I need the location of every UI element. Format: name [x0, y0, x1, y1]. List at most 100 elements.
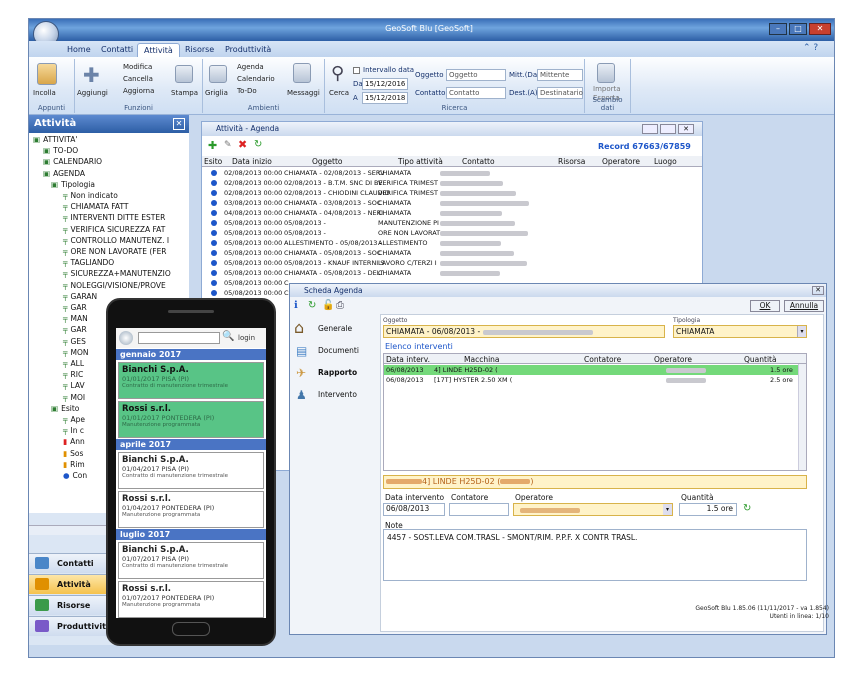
tree-item[interactable]: ● Con [63, 471, 87, 480]
chevron-down-icon[interactable]: ▾ [663, 504, 672, 515]
table-row[interactable]: 06/08/2013 4] LINDE H25D-02 (1.5 ore [384, 365, 798, 375]
table-row[interactable]: 05/08/2013 00:00 05/08/2013 - KNAUF INTER… [202, 258, 702, 268]
tree-item[interactable]: ▣ AGENDA [43, 169, 85, 178]
tree-item[interactable]: ╤ NOLEGGI/VISIONE/PROVE [63, 281, 166, 290]
tree-item[interactable]: ╤ GAR [63, 325, 87, 334]
edit-icon[interactable]: ✎ [224, 140, 232, 150]
tree-item[interactable]: ╤ GAR [63, 303, 87, 312]
tree-item[interactable]: ╤ RIC [63, 370, 83, 379]
tree-item[interactable]: ▮ Sos [63, 449, 83, 458]
tree-item[interactable]: ╤ LAV [63, 381, 85, 390]
incolla-button[interactable]: Incolla [33, 89, 56, 97]
tree-item[interactable]: ╤ Ape [63, 415, 85, 424]
col-header[interactable]: Macchina [464, 355, 500, 364]
printer-icon[interactable]: ⎙ [336, 300, 344, 311]
refresh-icon[interactable]: ↻ [254, 139, 262, 150]
tree-item[interactable]: ╤ ORE NON LAVORATE (FER [63, 247, 167, 256]
todo-button[interactable]: To-Do [237, 87, 257, 95]
col-header[interactable]: Tipo attività [398, 157, 443, 166]
tree-item[interactable]: ╤ GARAN [63, 292, 97, 301]
tree-item[interactable]: ▮ Rim [63, 460, 85, 469]
refresh-icon[interactable]: ↻ [308, 300, 316, 311]
table-row[interactable]: 05/08/2013 00:00 CHIAMATA - 05/08/2013 - … [202, 268, 702, 278]
tab-risorse[interactable]: Risorse [179, 43, 220, 57]
col-header[interactable]: Oggetto [312, 157, 343, 166]
menu-documenti[interactable]: Documenti [318, 346, 359, 355]
table-row[interactable]: 04/08/2013 00:00 CHIAMATA - 04/08/2013 - … [202, 208, 702, 218]
tree-item[interactable]: ▮ Ann [63, 437, 85, 446]
annulla-button[interactable]: Annulla [784, 300, 824, 312]
table-row[interactable]: 05/08/2013 00:00 ALLESTIMENTO - 05/08/201… [202, 238, 702, 248]
tab-attivita[interactable]: Attività [137, 43, 180, 57]
a-date-field[interactable]: 15/12/2018 [362, 92, 408, 104]
table-row[interactable]: 02/08/2013 00:00 02/08/2013 - B.T.M. SNC … [202, 178, 702, 188]
aggiorna-button[interactable]: Aggiorna [123, 87, 154, 95]
menu-intervento[interactable]: Intervento [318, 390, 357, 399]
contatore-field[interactable] [449, 503, 509, 516]
help-icon[interactable]: ⌃ ? [803, 43, 818, 53]
calendario-button[interactable]: Calendario [237, 75, 275, 83]
col-header[interactable]: Data interv. [386, 355, 430, 364]
tree-item[interactable]: ╤ In c [63, 426, 84, 435]
event-card[interactable]: Rossi s.r.l. 01/07/2017 PONTEDERA (PI) Man… [118, 581, 264, 618]
lock-icon[interactable]: 🔓 [322, 300, 334, 311]
chevron-down-icon[interactable]: ▾ [797, 326, 806, 337]
tree-item[interactable]: ▣ Esito [51, 404, 79, 413]
event-card[interactable]: Bianchi S.p.A. 01/01/2017 PISA (PI) Contra… [118, 362, 264, 399]
col-header[interactable]: Risorsa [558, 157, 585, 166]
minimize-button[interactable]: – [769, 23, 787, 35]
tree-item[interactable]: ╤ ALL [63, 359, 84, 368]
search-input[interactable] [138, 332, 220, 344]
table-row[interactable]: 03/08/2013 00:00 CHIAMATA - 03/08/2013 - … [202, 198, 702, 208]
event-card[interactable]: Bianchi S.p.A. 01/07/2017 PISA (PI) Contra… [118, 542, 264, 579]
operatore-select[interactable] [513, 503, 673, 516]
close-panel-icon[interactable]: ✕ [173, 118, 185, 130]
tree-item[interactable]: ╤ MOI [63, 393, 85, 402]
stampa-button[interactable]: Stampa [171, 89, 198, 97]
messaggi-button[interactable]: Messaggi [287, 89, 320, 97]
tree-item[interactable]: ▣ ATTIVITA' [33, 135, 77, 144]
col-header[interactable]: Esito [204, 157, 222, 166]
da-date-field[interactable]: 15/12/2016 [362, 78, 408, 90]
col-header[interactable]: Luogo [654, 157, 677, 166]
tab-produttivita[interactable]: Produttività [219, 43, 277, 57]
col-header[interactable]: Quantità [744, 355, 777, 364]
ok-button[interactable]: OK [750, 300, 780, 312]
tree-item[interactable]: ╤ MAN [63, 314, 88, 323]
minimize-button[interactable] [642, 124, 658, 134]
tree-item[interactable]: ╤ INTERVENTI DITTE ESTER [63, 213, 165, 222]
modifica-button[interactable]: Modifica [123, 63, 152, 71]
phone-home-button[interactable] [172, 622, 210, 636]
tree-item[interactable]: ╤ CHIAMATA FATT [63, 202, 128, 211]
table-row[interactable]: 05/08/2013 00:00 05/08/2013 - ORE NON LAVO… [202, 228, 702, 238]
tree-item[interactable]: ╤ CONTROLLO MANUTENZ. I [63, 236, 169, 245]
tree-item[interactable]: ╤ MON [63, 348, 89, 357]
maximize-button[interactable] [660, 124, 676, 134]
importa-button[interactable]: Importa [593, 85, 621, 93]
tree-item[interactable]: ╤ Non indicato [63, 191, 118, 200]
tree-item[interactable]: ▣ CALENDARIO [43, 157, 102, 166]
contatto-search-field[interactable]: Contatto [446, 87, 506, 99]
mittente-field[interactable]: Mittente [537, 69, 583, 81]
tree-item[interactable]: ╤ SICUREZZA+MANUTENZIO [63, 269, 171, 278]
login-button[interactable]: login [238, 334, 255, 342]
delete-icon[interactable]: ✖ [238, 138, 247, 151]
refresh-icon[interactable]: ↻ [743, 503, 751, 514]
tree-item[interactable]: ▣ Tipologia [51, 180, 95, 189]
table-row[interactable]: 05/08/2013 00:00 05/08/2013 - MANUTENZIONE… [202, 218, 702, 228]
table-row[interactable]: 02/08/2013 00:00 02/08/2013 - CHIODINI CL… [202, 188, 702, 198]
cerca-button[interactable]: Cerca [329, 89, 349, 97]
tree-item[interactable]: ╤ VERIFICA SICUREZZA FAT [63, 225, 165, 234]
tipologia-select[interactable]: CHIAMATA [673, 325, 807, 338]
info-icon[interactable]: ℹ [294, 300, 298, 311]
data-intervento-field[interactable]: 06/08/2013 [383, 503, 445, 516]
col-header[interactable]: Contatore [584, 355, 621, 364]
tab-contatti[interactable]: Contatti [95, 43, 139, 57]
col-header[interactable]: Operatore [654, 355, 692, 364]
table-row[interactable]: 02/08/2013 00:00 CHIAMATA - 02/08/2013 - … [202, 168, 702, 178]
search-icon[interactable]: 🔍 [222, 331, 234, 342]
col-header[interactable]: Data inizio [232, 157, 272, 166]
col-header[interactable]: Contatto [462, 157, 495, 166]
event-card[interactable]: Bianchi S.p.A. 01/04/2017 PISA (PI) Contra… [118, 452, 264, 489]
quantita-field[interactable]: 1.5 ore [679, 503, 737, 516]
